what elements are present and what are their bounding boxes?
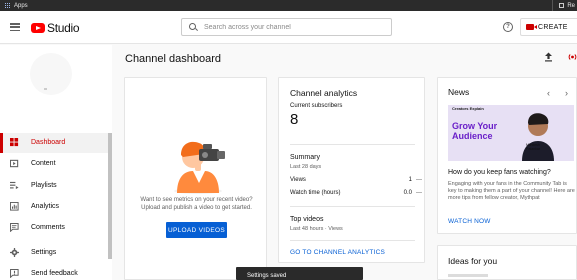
- create-label: CREATE: [538, 23, 568, 31]
- top-videos-title: Top videos: [290, 216, 324, 223]
- summary-row-watch-time: Watch time (hours) 0.0 —: [290, 190, 422, 196]
- banner-creator-name: Mithilesh Patankar: [526, 143, 540, 151]
- apps-shortcut[interactable]: Apps: [5, 2, 28, 9]
- banner-headline: Grow Your Audience: [452, 121, 497, 141]
- metric-label: Views: [290, 177, 306, 183]
- studio-logo[interactable]: Studio: [31, 21, 80, 35]
- youtube-logo-icon: [31, 23, 45, 33]
- settings-saved-toast: Settings saved: [236, 267, 363, 280]
- chevron-right-icon[interactable]: ›: [565, 88, 568, 98]
- search-input[interactable]: [204, 19, 389, 35]
- sidebar-item-label: Send feedback: [31, 270, 78, 277]
- reading-list-shortcut[interactable]: Re: [552, 0, 577, 11]
- banner-creator-last-name: Patankar: [526, 147, 541, 151]
- card-title: Channel analytics: [290, 88, 358, 98]
- sidebar-item-analytics[interactable]: Analytics: [0, 197, 108, 217]
- logo-text: Studio: [47, 21, 80, 35]
- sidebar: Dashboard Content Playlists Analytics Co…: [0, 45, 112, 280]
- sidebar-item-content[interactable]: Content: [0, 154, 108, 174]
- chevron-left-icon[interactable]: ‹: [547, 88, 550, 98]
- apps-label: Apps: [14, 2, 28, 9]
- metric-delta: —: [416, 177, 422, 183]
- page-title: Channel dashboard: [125, 53, 222, 65]
- sidebar-item-settings[interactable]: Settings: [0, 243, 108, 263]
- subscribers-count: 8: [290, 111, 299, 128]
- card-title: News: [448, 87, 470, 97]
- divider: [290, 240, 415, 241]
- upload-icon[interactable]: [544, 52, 553, 62]
- top-videos-period: Last 48 hours · Views: [290, 226, 343, 232]
- sidebar-scrollbar[interactable]: [108, 133, 112, 259]
- divider: [290, 206, 415, 207]
- summary-row-views: Views 1 —: [290, 177, 422, 183]
- bookmarks-bar: Apps Re: [0, 0, 577, 11]
- metric-value: 0.0: [403, 190, 412, 196]
- card-title: Ideas for you: [448, 256, 498, 266]
- sidebar-item-playlists[interactable]: Playlists: [0, 176, 108, 196]
- help-icon[interactable]: ?: [503, 22, 513, 32]
- metric-delta: —: [416, 190, 422, 196]
- sidebar-item-label: Settings: [31, 249, 57, 256]
- summary-title: Summary: [290, 154, 320, 161]
- news-body: Engaging with your fans in the Community…: [448, 181, 575, 201]
- channel-analytics-card: Channel analytics Current subscribers 8 …: [278, 77, 425, 263]
- sidebar-item-label: Content: [31, 160, 56, 167]
- sidebar-item-label: Analytics: [31, 203, 60, 210]
- settings-icon: [10, 248, 19, 257]
- analytics-icon: [10, 202, 19, 211]
- sidebar-item-label: Comments: [31, 224, 65, 231]
- summary-period: Last 28 days: [290, 164, 322, 170]
- search-bar[interactable]: [181, 18, 392, 36]
- sidebar-item-comments[interactable]: Comments: [0, 218, 108, 238]
- ideas-card: Ideas for you: [437, 245, 577, 280]
- go-live-icon[interactable]: [568, 53, 577, 61]
- ideas-content-placeholder: [448, 274, 488, 277]
- playlists-icon: [10, 181, 19, 190]
- sidebar-item-label: Dashboard: [31, 139, 66, 146]
- watch-now-link[interactable]: WATCH NOW: [448, 218, 491, 225]
- news-banner-image[interactable]: Creators Explain Grow Your Audience Mith…: [448, 105, 574, 161]
- banner-headline-line: Grow Your: [452, 121, 498, 131]
- metric-label: Watch time (hours): [290, 190, 341, 196]
- create-button[interactable]: CREATE: [520, 18, 577, 36]
- sidebar-item-label: Playlists: [31, 182, 57, 189]
- apps-grid-icon: [5, 2, 11, 9]
- divider: [290, 144, 415, 145]
- feedback-icon: [10, 269, 19, 278]
- go-to-channel-analytics-link[interactable]: GO TO CHANNEL ANALYTICS: [290, 249, 385, 256]
- metric-value: 1: [408, 177, 412, 183]
- banner-headline-line: Audience: [452, 131, 493, 141]
- news-card: News ‹ › Creators Explain Grow Your Audi…: [437, 77, 577, 234]
- camera-operator-illustration: [174, 141, 225, 194]
- upload-card: Want to see metrics on your recent video…: [124, 77, 267, 280]
- comments-icon: [10, 223, 19, 232]
- sidebar-item-send-feedback[interactable]: Send feedback: [0, 264, 108, 280]
- subscribers-label: Current subscribers: [290, 103, 343, 109]
- video-camera-icon: [526, 24, 537, 30]
- menu-icon[interactable]: [10, 23, 20, 31]
- search-icon: [189, 23, 196, 30]
- reading-list-icon: [559, 3, 565, 8]
- top-app-bar: Studio ? CREATE: [0, 11, 577, 44]
- banner-brand: Creators Explain: [452, 106, 484, 111]
- dashboard-icon: [10, 138, 19, 147]
- content-icon: [10, 159, 19, 168]
- upload-videos-button[interactable]: UPLOAD VIDEOS: [166, 222, 227, 238]
- channel-avatar[interactable]: [30, 53, 72, 95]
- news-headline: How do you keep fans watching?: [448, 169, 551, 176]
- upload-cta-text: Want to see metrics on your recent video…: [140, 197, 253, 211]
- sidebar-item-dashboard[interactable]: Dashboard: [0, 133, 108, 153]
- channel-name-placeholder: [44, 88, 47, 90]
- creator-photo: [522, 113, 554, 161]
- reading-list-label: Re: [567, 2, 575, 9]
